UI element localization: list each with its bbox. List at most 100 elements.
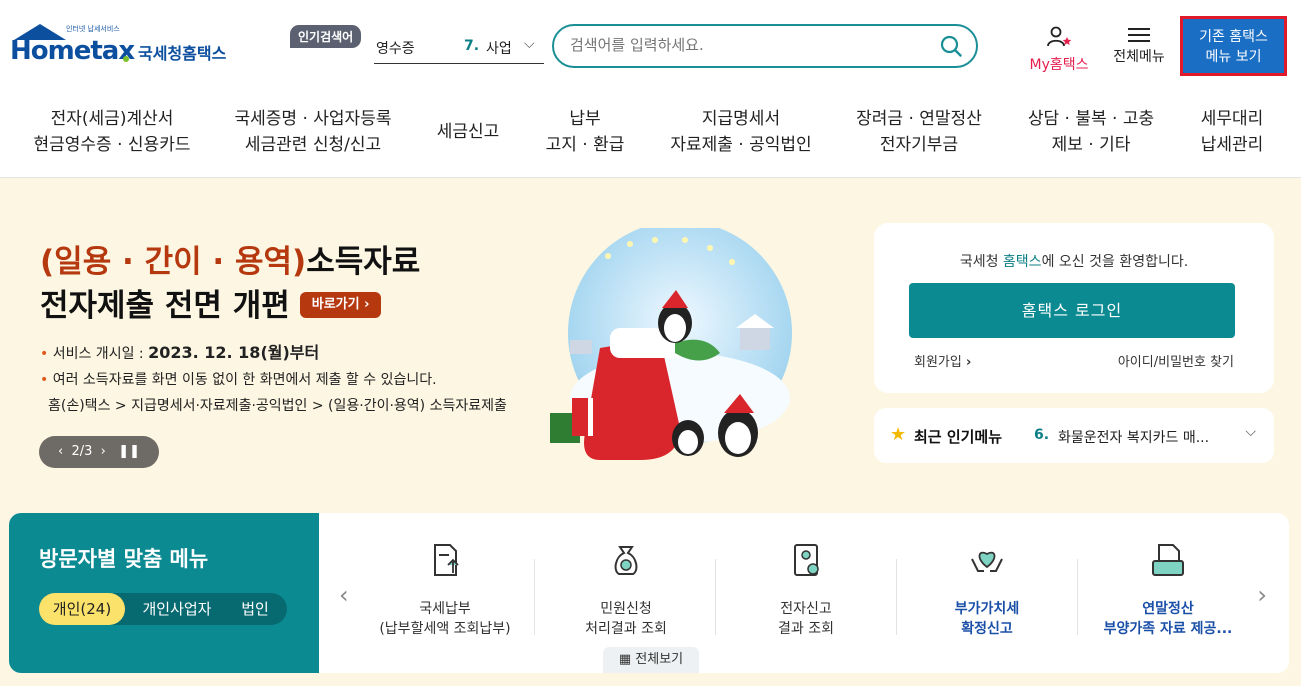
pause-icon[interactable]: ❚❚	[118, 444, 140, 459]
nav-label: 전자(세금)계산서	[50, 109, 174, 129]
nav-item-payment[interactable]: 납부 고지 · 환급	[540, 106, 630, 158]
nav-label: 국세증명 · 사업자등록	[234, 109, 392, 129]
signup-link[interactable]: 회원가입 ›	[914, 351, 971, 370]
nav-sublabel: 세금관련 신청/신고	[244, 135, 382, 155]
chevron-right-icon[interactable]: ›	[1257, 581, 1267, 609]
logo-korean: 국세청홈택스	[138, 44, 227, 63]
divider	[534, 559, 535, 635]
nav-item-consulting[interactable]: 상담 · 불복 · 고충 제보 · 기타	[1024, 106, 1158, 158]
slide-pager: ‹ 2/3 › ❚❚	[39, 436, 159, 468]
service-label: 연말정산	[1142, 601, 1194, 617]
penguin-boot-illustration	[550, 228, 792, 460]
service-e-filing-result[interactable]: 전자신고 결과 조회	[716, 541, 896, 639]
nav-item-e-invoice[interactable]: 전자(세금)계산서 현금영수증 · 신용카드	[32, 106, 192, 158]
nav-sublabel: 고지 · 환급	[545, 135, 625, 155]
chevron-left-icon[interactable]: ‹	[339, 581, 349, 609]
nav-label: 장려금 · 연말정산	[856, 109, 982, 129]
legacy-menu-button[interactable]: 기존 홈택스 메뉴 보기	[1180, 16, 1287, 76]
popular-search-badge: 인기검색어	[290, 25, 362, 48]
bullet-icon: •	[40, 372, 53, 388]
chevron-left-icon[interactable]: ‹	[58, 444, 63, 459]
legacy-line1: 기존 홈택스	[1199, 29, 1268, 45]
user-icon	[1047, 26, 1072, 47]
service-sublabel: 결과 조회	[778, 621, 834, 637]
grid-icon: ▦	[618, 652, 632, 667]
main-nav: 전자(세금)계산서 현금영수증 · 신용카드 국세증명 · 사업자등록 세금관련…	[0, 98, 1301, 178]
view-all-label: 전체보기	[635, 652, 684, 667]
service-year-end-settlement[interactable]: 연말정산 부양가족 자료 제공...	[1078, 541, 1258, 639]
chevron-down-icon[interactable]: ⌵	[1245, 424, 1256, 440]
hero-title-highlight: (일용 · 간이 · 용역)	[40, 244, 307, 280]
recent-label: 최근 인기메뉴	[914, 428, 1003, 446]
logo-tagline: 인터넷 납세서비스	[66, 25, 120, 33]
nav-label: 세무대리	[1200, 109, 1264, 129]
certificate-icon	[794, 544, 819, 576]
money-bag-icon	[614, 546, 638, 575]
service-start-label: 서비스 개시일 :	[52, 346, 149, 362]
go-button[interactable]: 바로가기 ›	[299, 291, 382, 318]
chevron-down-icon[interactable]: ⌵	[524, 36, 535, 52]
hero-info: • 서비스 개시일 : 2023. 12. 18(월)부터 • 여러 소득자료를…	[40, 340, 507, 419]
all-menu-label: 전체메뉴	[1113, 49, 1165, 65]
hero-title-line2: 전자제출 전면 개편	[40, 288, 290, 324]
bullet-icon: •	[40, 346, 53, 362]
chevron-right-icon[interactable]: ›	[101, 444, 106, 459]
tab-sole-proprietor[interactable]: 개인사업자	[131, 593, 223, 625]
visitor-menu-title: 방문자별 맞춤 메뉴	[39, 547, 209, 571]
recent-popular-menu[interactable]: ★ 최근 인기메뉴 6. 화물운전자 복지카드 매... ⌵	[874, 408, 1274, 463]
service-start-date: 2023. 12. 18(월)부터	[148, 343, 320, 362]
service-label: 전자신고	[780, 601, 832, 617]
service-sublabel: 처리결과 조회	[585, 621, 667, 637]
service-sublabel: 확정신고	[961, 621, 1013, 637]
welcome-card: 국세청 홈택스에 오신 것을 환영합니다. 홈택스 로그인 회원가입 › 아이디…	[874, 223, 1274, 393]
hands-heart-icon	[971, 551, 1003, 572]
popular-search-ticker[interactable]: 영수증 7. 사업 ⌵	[374, 30, 544, 64]
search-input[interactable]	[570, 36, 930, 54]
popular-left-term[interactable]: 영수증	[376, 38, 415, 58]
visitor-menu: 방문자별 맞춤 메뉴 개인(24) 개인사업자 법인 ‹ › 국세납부 (납부할…	[9, 513, 1289, 673]
view-all-button[interactable]: ▦ 전체보기	[603, 647, 699, 673]
find-id-password-link[interactable]: 아이디/비밀번호 찾기	[1118, 351, 1234, 370]
tab-corporation[interactable]: 법인	[229, 593, 281, 625]
search-icon[interactable]	[940, 35, 962, 57]
hero-description: 여러 소득자료를 화면 이동 없이 한 화면에서 제출 할 수 있습니다.	[52, 372, 437, 388]
service-sublabel: 부양가족 자료 제공...	[1103, 621, 1233, 637]
nav-sublabel: 현금영수증 · 신용카드	[33, 135, 191, 155]
nav-label: 납부	[569, 109, 601, 129]
hero-title[interactable]: (일용 · 간이 · 용역)소득자료 전자제출 전면 개편 바로가기 ›	[40, 240, 420, 328]
hometax-logo[interactable]: 인터넷 납세서비스 Hometax 국세청홈택스	[10, 22, 230, 74]
my-hometax-button[interactable]: My홈택스	[1024, 26, 1094, 74]
service-label: 국세납부	[419, 601, 471, 617]
tab-individual[interactable]: 개인(24)	[39, 593, 125, 625]
all-menu-button[interactable]: 전체메뉴	[1106, 26, 1172, 66]
legacy-line2: 메뉴 보기	[1205, 49, 1262, 65]
chevron-right-icon: ›	[364, 296, 370, 312]
service-civil-petition[interactable]: 민원신청 처리결과 조회	[536, 541, 716, 639]
hamburger-icon	[1128, 26, 1150, 44]
nav-item-payment-statement[interactable]: 지급명세서 자료제출 · 공익법인	[668, 106, 814, 158]
popular-term[interactable]: 사업	[486, 38, 512, 58]
header: 인터넷 납세서비스 Hometax 국세청홈택스 인기검색어 영수증 7. 사업…	[0, 0, 1301, 90]
service-national-tax-payment[interactable]: 국세납부 (납부할세액 조회납부)	[355, 541, 535, 639]
nav-item-tax-filing[interactable]: 세금신고	[430, 119, 506, 145]
document-arrow-icon	[434, 544, 459, 576]
nav-sublabel: 납세관리	[1200, 135, 1264, 155]
search-box	[552, 24, 978, 68]
service-label: 부가가치세	[954, 601, 1020, 617]
nav-item-tax-agent[interactable]: 세무대리 납세관리	[1196, 106, 1268, 158]
logo-wordmark: Hometax	[10, 36, 135, 66]
slide-counter: 2/3	[71, 444, 93, 459]
hero-title-rest: 소득자료	[306, 244, 421, 280]
nav-item-certificates[interactable]: 국세증명 · 사업자등록 세금관련 신청/신고	[232, 106, 394, 158]
nav-item-incentives[interactable]: 장려금 · 연말정산 전자기부금	[852, 106, 986, 158]
service-vat-final-return[interactable]: 부가가치세 확정신고	[897, 541, 1077, 639]
my-hometax-label: My홈택스	[1029, 57, 1089, 73]
visitor-type-tabs: 개인(24) 개인사업자 법인	[39, 593, 287, 625]
recent-item[interactable]: 화물운전자 복지카드 매...	[1058, 427, 1209, 447]
folder-doc-icon	[1152, 544, 1184, 576]
go-button-label: 바로가기	[311, 296, 360, 312]
star-icon: ★	[890, 424, 907, 445]
welcome-text: 국세청 홈택스에 오신 것을 환영합니다.	[959, 254, 1189, 270]
login-button[interactable]: 홈택스 로그인	[909, 283, 1235, 338]
service-sublabel: (납부할세액 조회납부)	[379, 621, 511, 637]
